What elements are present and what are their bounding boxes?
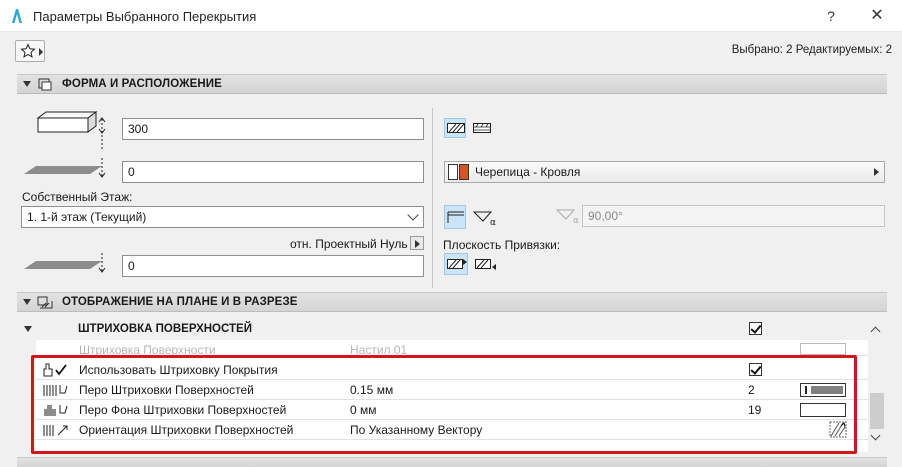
favorites-button[interactable] (15, 40, 45, 62)
caret-right-icon (874, 168, 879, 176)
home-story-label: Собственный Этаж: (22, 190, 133, 204)
group-enable-checkbox[interactable] (749, 322, 762, 335)
building-material-select[interactable]: Черепица - Кровля (444, 161, 885, 183)
section-geometry-header[interactable]: ФОРМА И РАСПОЛОЖЕНИЕ (17, 74, 887, 94)
swatch-marker (805, 386, 807, 394)
angle-disabled-icon: α (556, 209, 579, 224)
scroll-thumb[interactable] (870, 393, 884, 429)
plane-top-icon (447, 259, 467, 269)
collapse-triangle-icon (23, 81, 31, 87)
home-story-select[interactable]: 1. 1-й этаж (Текущий) (21, 206, 424, 228)
row-name: Штриховка Поверхности (79, 343, 216, 356)
next-section-header[interactable] (17, 457, 887, 467)
row-value: 0.15 мм (350, 383, 394, 397)
pen-color-swatch[interactable] (800, 383, 846, 397)
section-title: ОТОБРАЖЕНИЕ НА ПЛАНЕ И В РАЗРЕЗЕ (62, 296, 298, 308)
horizontal-slab-icon (447, 211, 464, 223)
material-name: Черепица - Кровля (475, 165, 581, 179)
swatch-color (811, 386, 843, 394)
row-value: По Указанному Вектору (350, 423, 483, 437)
use-cover-fill-checkbox[interactable] (749, 363, 762, 376)
reference-plane-top-button[interactable] (444, 253, 468, 275)
slab-offset-icon (24, 158, 106, 178)
structure-composite-button[interactable] (470, 118, 492, 138)
group-title: ШТРИХОВКА ПОВЕРХНОСТЕЙ (78, 323, 252, 335)
vector-hatch-icon[interactable] (829, 421, 847, 438)
sloped-slab-icon: α (473, 211, 496, 227)
caret-right-icon (39, 48, 43, 56)
pen-number: 2 (748, 383, 755, 397)
table-row[interactable]: Штриховка Поверхности Настил 01 (36, 341, 868, 356)
hatch-pattern-preview (800, 343, 846, 355)
star-icon (20, 43, 36, 58)
close-button[interactable]: ✕ (866, 5, 888, 27)
column-divider (432, 108, 433, 288)
row-name: Перо Фона Штриховки Поверхностей (79, 403, 287, 417)
archicad-app-icon (12, 9, 22, 23)
material-swatch-outline (448, 164, 458, 180)
background-pen-color-swatch[interactable] (800, 403, 846, 417)
hatch-pen-icon (43, 385, 68, 396)
table-row[interactable]: Использовать Штриховку Покрытия (36, 360, 868, 380)
chevron-down-icon (407, 209, 419, 221)
level-offset-icon (24, 253, 106, 273)
help-button[interactable]: ? (821, 6, 841, 26)
table-row[interactable]: Ориентация Штриховки Поверхностей По Ука… (36, 420, 868, 440)
svg-text:α: α (490, 218, 496, 227)
section-plan-header[interactable]: ОТОБРАЖЕНИЕ НА ПЛАНЕ И В РАЗРЕЗЕ (17, 292, 887, 312)
structure-basic-button[interactable] (444, 118, 466, 138)
reference-level-menu-button[interactable] (410, 236, 424, 250)
selection-count: Выбрано: 2 Редактируемых: 2 (731, 44, 892, 56)
row-name: Перо Штриховки Поверхностей (79, 383, 254, 397)
scroll-down-arrow-icon[interactable] (870, 430, 881, 441)
slope-angle-input[interactable]: 90,00° (582, 205, 885, 227)
brush-check-icon (43, 363, 67, 377)
svg-text:α: α (573, 216, 579, 224)
window-title: Параметры Выбранного Перекрытия (33, 9, 257, 24)
slab-thickness-input[interactable]: 300 (122, 118, 424, 140)
plane-bottom-icon (475, 259, 496, 270)
pen-number: 19 (748, 403, 762, 417)
section-title: ФОРМА И РАСПОЛОЖЕНИЕ (62, 78, 222, 90)
collapse-triangle-icon (23, 299, 31, 305)
row-value: 0 мм (350, 403, 377, 417)
row-name: Ориентация Штриховки Поверхностей (79, 423, 294, 437)
reference-plane-bottom-button[interactable] (472, 253, 498, 275)
slab-offset-input[interactable]: 0 (122, 161, 424, 183)
material-swatch-color (459, 164, 469, 180)
slab-thickness-icon (36, 111, 106, 150)
reference-level-label: отн. Проектный Нуль (290, 237, 408, 251)
slope-horizontal-button[interactable] (444, 205, 466, 229)
slope-angle-button[interactable]: α (470, 205, 500, 229)
level-offset-input[interactable]: 0 (122, 255, 424, 277)
caret-right-icon (415, 240, 420, 248)
row-value: Настил 01 (350, 343, 408, 356)
row-name: Использовать Штриховку Покрытия (79, 363, 278, 377)
hatch-fill-icon (447, 123, 465, 133)
table-scrollbar[interactable] (868, 322, 886, 450)
floor-plan-section-icon (37, 296, 53, 309)
collapse-triangle-icon[interactable] (24, 326, 32, 332)
home-story-value: 1. 1-й этаж (Текущий) (27, 210, 147, 224)
hatch-orientation-icon (43, 425, 68, 436)
table-row[interactable]: Перо Фона Штриховки Поверхностей 0 мм 19 (36, 400, 868, 420)
geometry-section-icon (38, 78, 52, 91)
title-bar: Параметры Выбранного Перекрытия ? ✕ (0, 0, 902, 32)
table-row[interactable]: Перо Штриховки Поверхностей 0.15 мм 2 (36, 380, 868, 400)
composite-structure-icon (473, 123, 491, 133)
reference-plane-label: Плоскость Привязки: (443, 238, 561, 252)
background-pen-icon (44, 405, 68, 416)
scroll-up-arrow-icon[interactable] (870, 326, 881, 337)
